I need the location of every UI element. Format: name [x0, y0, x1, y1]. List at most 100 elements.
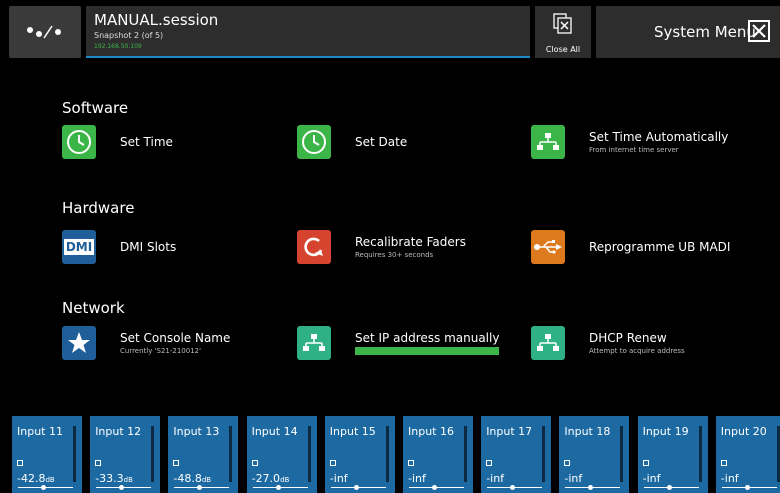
set-console-name-label: Set Console Name [120, 331, 231, 345]
channel-input-5[interactable]: Input 15 -inf [324, 416, 395, 493]
channel-input-icon [642, 460, 649, 466]
logo-icon [27, 25, 61, 39]
session-name: MANUAL.session [94, 11, 219, 29]
channel-pan-knob[interactable] [744, 485, 750, 490]
dhcp-renew-sub: Attempt to acquire address [589, 347, 685, 355]
channel-name: Input 15 [329, 425, 376, 438]
set-time-automatically-label: Set Time Automatically [589, 130, 729, 144]
set-ip-manually-button[interactable]: Set IP address manually 192.168.50.109 [297, 326, 500, 360]
channel-name: Input 11 [17, 425, 63, 438]
reprogramme-ub-madi-label: Reprogramme UB MADI [589, 240, 731, 254]
channel-name: Input 12 [95, 425, 142, 438]
recalibrate-faders-label: Recalibrate Faders [355, 235, 466, 249]
close-menu-button[interactable] [748, 20, 770, 42]
channel-input-10[interactable]: Input 20 -inf [715, 416, 780, 493]
channel-name: Input 20 [720, 425, 767, 438]
channel-input-icon [251, 460, 258, 466]
channel-level: -inf [408, 472, 426, 485]
channel-pan-knob[interactable] [510, 485, 516, 490]
channel-input-8[interactable]: Input 18 -inf [559, 416, 630, 493]
channel-level: -27.0dB [251, 472, 290, 485]
refresh-icon [297, 230, 331, 264]
channel-input-icon [486, 460, 493, 466]
star-icon [62, 326, 96, 360]
channel-strip: Input 11 -42.8dB Input 12 -33.3dB Input 13 -4… [0, 414, 780, 493]
set-ip-manually-label: Set IP address manually [355, 331, 500, 345]
channel-name: Input 13 [173, 425, 220, 438]
channel-level: -42.8dB [17, 472, 55, 485]
channel-level: -inf [720, 472, 739, 485]
set-date-button[interactable]: Set Date [297, 125, 407, 159]
channel-level: -33.3dB [95, 472, 133, 485]
channel-input-icon [720, 460, 727, 466]
usb-icon [531, 230, 565, 264]
channel-pan-knob[interactable] [666, 485, 672, 490]
channel-name: Input 14 [251, 425, 298, 438]
channel-input-icon [173, 460, 180, 466]
close-all-icon [553, 13, 572, 34]
channel-input-7[interactable]: Input 17 -inf [481, 416, 552, 493]
channel-pan-knob[interactable] [197, 485, 203, 490]
channel-input-icon [564, 460, 571, 466]
close-all-button[interactable]: Close All [535, 6, 591, 58]
digico-logo[interactable] [9, 6, 81, 58]
dmi-icon: DMI [62, 230, 96, 264]
channel-input-6[interactable]: Input 16 -inf [403, 416, 473, 493]
recalibrate-faders-sub: Requires 30+ seconds [355, 251, 434, 259]
channel-name: Input 16 [408, 425, 454, 438]
channel-level: -inf [486, 472, 505, 485]
channel-meter [698, 426, 702, 482]
channel-pan-knob[interactable] [41, 485, 46, 490]
system-menu-panel: Software Set Time Set Date Set Time Auto… [0, 62, 780, 402]
channel-input-icon [329, 460, 336, 466]
channel-input-3[interactable]: Input 13 -48.8dB [168, 416, 239, 493]
set-time-automatically-button[interactable]: Set Time Automatically From internet tim… [531, 125, 728, 159]
channel-pan-knob[interactable] [353, 485, 359, 490]
set-time-label: Set Time [120, 135, 173, 149]
system-menu-title: System Menu [654, 23, 756, 41]
channel-input-9[interactable]: Input 19 -inf [637, 416, 708, 493]
dmi-slots-button[interactable]: DMI DMI Slots [62, 230, 176, 264]
channel-pan-knob[interactable] [119, 485, 125, 490]
set-date-label: Set Date [355, 135, 408, 149]
channel-input-2[interactable]: Input 12 -33.3dB [90, 416, 161, 493]
channel-meter [776, 426, 780, 482]
network-icon [531, 326, 565, 360]
set-console-name-sub: Currently 'S21-210012' [120, 347, 202, 355]
channel-name: Input 19 [642, 425, 689, 438]
channel-pan-knob[interactable] [275, 485, 281, 490]
close-all-label: Close All [545, 45, 581, 54]
channel-input-1[interactable]: Input 11 -42.8dB [12, 416, 82, 493]
channel-input-icon [408, 460, 414, 466]
set-time-button[interactable]: Set Time [62, 125, 173, 159]
recalibrate-faders-button[interactable]: Recalibrate Faders Requires 30+ seconds [297, 230, 466, 264]
channel-level: -inf [642, 472, 661, 485]
reprogramme-ub-madi-button[interactable]: Reprogramme UB MADI [531, 230, 730, 264]
set-console-name-button[interactable]: Set Console Name Currently 'S21-210012' [62, 326, 230, 360]
network-icon [297, 326, 331, 360]
channel-pan-knob[interactable] [432, 485, 437, 490]
channel-level: -inf [329, 472, 348, 485]
set-time-automatically-sub: From internet time server [589, 146, 679, 154]
channel-level: -inf [564, 472, 583, 485]
channel-meter [73, 426, 76, 482]
dhcp-renew-label: DHCP Renew [589, 331, 667, 345]
system-menu-header: System Menu [596, 6, 780, 58]
session-info[interactable]: MANUAL.session Snapshot 2 (of 5) 192.168… [86, 6, 530, 58]
dhcp-renew-button[interactable]: DHCP Renew Attempt to acquire address [531, 326, 685, 360]
set-ip-manually-sub: 192.168.50.109 [355, 347, 500, 355]
channel-meter [151, 426, 155, 482]
channel-name: Input 18 [564, 425, 611, 438]
clock-icon [62, 125, 96, 159]
channel-input-icon [17, 460, 23, 466]
channel-level: -48.8dB [173, 472, 212, 485]
channel-input-4[interactable]: Input 14 -27.0dB [246, 416, 317, 493]
channel-meter [542, 426, 546, 482]
section-hardware: Hardware [62, 199, 135, 217]
network-icon [531, 125, 565, 159]
close-icon [752, 24, 766, 38]
channel-pan-knob[interactable] [588, 485, 594, 490]
session-ip: 192.168.50.109 [94, 43, 142, 50]
channel-input-icon [95, 460, 102, 466]
dmi-slots-label: DMI Slots [120, 240, 177, 254]
